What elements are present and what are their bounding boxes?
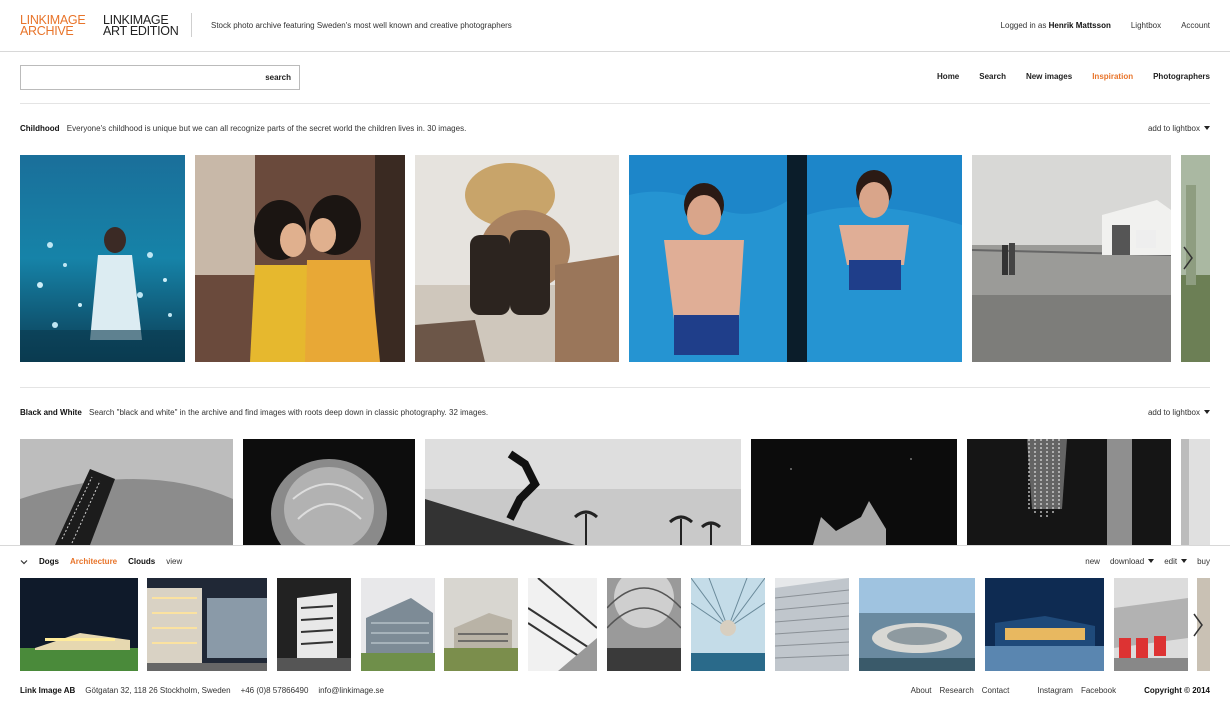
tray-toolbar: Dogs Architecture Clouds view new downlo…: [20, 557, 1210, 569]
photo-boy-swimming-pool[interactable]: [629, 155, 962, 362]
chevron-right-icon: [1183, 246, 1193, 270]
tray-next-button[interactable]: [1190, 610, 1206, 640]
edit-label: edit: [1164, 557, 1178, 566]
caret-down-icon: [1204, 126, 1210, 130]
footer-company: Link Image AB: [20, 686, 76, 695]
photo-bw-fringe-dress[interactable]: [967, 439, 1171, 545]
section-description: Search "black and white" in the archive …: [89, 408, 489, 417]
footer-copyright: Copyright © 2014: [1144, 686, 1210, 695]
carousel-next-childhood[interactable]: [1180, 243, 1196, 273]
footer-spacer: [1124, 686, 1136, 695]
nav-photographers[interactable]: Photographers: [1153, 72, 1210, 81]
lightbox-link[interactable]: Lightbox: [1131, 21, 1161, 30]
footer-instagram-link[interactable]: Instagram: [1037, 686, 1073, 695]
add-to-lightbox-button[interactable]: add to lightbox: [1148, 124, 1210, 133]
download-label: download: [1109, 557, 1145, 566]
nav-search[interactable]: Search: [979, 72, 1006, 81]
separator: [20, 103, 1210, 104]
thumb-architecture[interactable]: [691, 578, 765, 671]
footer-contact-info: Link Image AB Götgatan 32, 118 26 Stockh…: [20, 686, 384, 695]
logo-linkimage-art-edition[interactable]: LINKIMAGE ART EDITION: [103, 14, 179, 38]
thumb-architecture[interactable]: [607, 578, 681, 671]
tray-tabs: Dogs Architecture Clouds view: [20, 557, 182, 566]
logged-in-status: Logged in as Henrik Mattsson: [1001, 21, 1111, 30]
footer-address: Götgatan 32, 118 26 Stockholm, Sweden: [85, 686, 231, 695]
search-box: search: [20, 65, 300, 90]
search-input[interactable]: [27, 71, 247, 85]
chevron-down-icon: [20, 559, 28, 564]
nav-new-images[interactable]: New images: [1026, 72, 1072, 81]
search-button[interactable]: search: [265, 73, 291, 82]
site-header: LINKIMAGE ARCHIVE LINKIMAGE ART EDITION …: [0, 0, 1230, 52]
add-to-lightbox-label: add to lightbox: [1147, 408, 1200, 417]
footer-research-link[interactable]: Research: [940, 686, 974, 695]
footer-links: About Research Contact Instagram Faceboo…: [911, 686, 1210, 695]
logo-archive-line2: ARCHIVE: [20, 24, 74, 38]
nav-home[interactable]: Home: [937, 72, 959, 81]
header-divider: [191, 13, 192, 37]
tray-download-button[interactable]: download: [1109, 557, 1155, 566]
section-description: Everyone's childhood is unique but we ca…: [66, 124, 467, 133]
photo-boy-binoculars[interactable]: [415, 155, 619, 362]
photo-bw-hair[interactable]: [243, 439, 415, 545]
main-nav: Home Search New images Inspiration Photo…: [937, 72, 1210, 81]
tray-buy-button[interactable]: buy: [1197, 557, 1210, 566]
caret-down-icon: [1148, 559, 1155, 563]
tagline: Stock photo archive featuring Sweden's m…: [211, 21, 512, 30]
logo-art-line2: ART EDITION: [103, 24, 179, 38]
logged-in-prefix: Logged in as: [1000, 21, 1047, 30]
thumb-architecture[interactable]: [859, 578, 975, 671]
collapse-tray-button[interactable]: [20, 558, 28, 566]
footer-spacer: [1017, 686, 1029, 695]
thumb-architecture[interactable]: [20, 578, 138, 671]
separator: [20, 387, 1210, 388]
section-header-childhood: Childhood Everyone's childhood is unique…: [20, 124, 1210, 133]
caret-down-icon: [1204, 410, 1210, 414]
thumb-architecture[interactable]: [444, 578, 518, 671]
logo-linkimage-archive[interactable]: LINKIMAGE ARCHIVE: [20, 14, 86, 38]
thumb-architecture[interactable]: [361, 578, 435, 671]
nav-inspiration[interactable]: Inspiration: [1092, 72, 1133, 81]
footer-facebook-link[interactable]: Facebook: [1081, 686, 1116, 695]
caret-down-icon: [1181, 559, 1188, 563]
add-to-lightbox-button[interactable]: add to lightbox: [1148, 408, 1210, 417]
thumb-architecture[interactable]: [528, 578, 597, 671]
photo-bw-cat[interactable]: [751, 439, 957, 545]
tray-tab-dogs[interactable]: Dogs: [39, 557, 59, 566]
thumb-architecture[interactable]: [1114, 578, 1188, 671]
thumb-architecture[interactable]: [147, 578, 267, 671]
section-title: Childhood: [20, 124, 60, 133]
thumb-architecture[interactable]: [985, 578, 1104, 671]
tray-tab-architecture[interactable]: Architecture: [70, 557, 117, 566]
top-nav: Logged in as Henrik Mattsson Lightbox Ac…: [1001, 21, 1210, 30]
photo-children-by-house[interactable]: [972, 155, 1171, 362]
add-to-lightbox-label: add to lightbox: [1147, 124, 1200, 133]
photo-bw-building[interactable]: [20, 439, 233, 545]
footer-contact-link[interactable]: Contact: [982, 686, 1010, 695]
thumb-architecture[interactable]: [277, 578, 351, 671]
lightbox-tray: Dogs Architecture Clouds view new downlo…: [0, 545, 1230, 701]
tray-view-link[interactable]: view: [166, 557, 182, 566]
thumb-architecture[interactable]: [775, 578, 849, 671]
tray-actions: new download edit buy: [1085, 557, 1210, 566]
photo-girls-kissing[interactable]: [195, 155, 405, 362]
tray-new-button[interactable]: new: [1085, 557, 1100, 566]
tray-tab-clouds[interactable]: Clouds: [128, 557, 155, 566]
section-title: Black and White: [20, 408, 82, 417]
account-link[interactable]: Account: [1181, 21, 1210, 30]
chevron-right-icon: [1193, 613, 1203, 637]
user-name[interactable]: Henrik Mattsson: [1049, 21, 1111, 30]
footer-phone: +46 (0)8 57866490: [240, 686, 309, 695]
section-header-black-and-white: Black and White Search "black and white"…: [20, 408, 1210, 417]
photo-bw-jumper-palms[interactable]: [425, 439, 741, 545]
tray-edit-button[interactable]: edit: [1164, 557, 1188, 566]
footer-email[interactable]: info@linkimage.se: [318, 686, 383, 695]
photo-bw-partial[interactable]: [1181, 439, 1210, 545]
footer-about-link[interactable]: About: [911, 686, 932, 695]
photo-girl-in-field[interactable]: [20, 155, 185, 362]
